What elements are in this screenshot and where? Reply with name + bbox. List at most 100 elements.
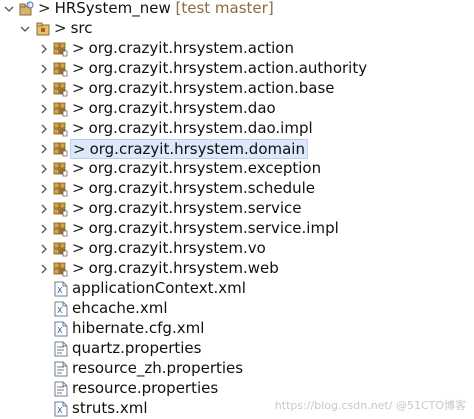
chevron-right-icon[interactable] xyxy=(38,159,50,179)
file-name: resource_zh.properties xyxy=(72,359,244,377)
file-label: quartz.properties xyxy=(70,339,203,357)
package-row[interactable]: > org.crazyit.hrsystem.action.authority xyxy=(0,59,474,79)
package-row[interactable]: > org.crazyit.hrsystem.action xyxy=(0,39,474,59)
package-row[interactable]: > org.crazyit.hrsystem.web xyxy=(0,259,474,279)
file-name: resource.properties xyxy=(72,379,219,397)
package-name: org.crazyit.hrsystem.dao xyxy=(88,99,276,117)
package-row[interactable]: > org.crazyit.hrsystem.action.base xyxy=(0,79,474,99)
package-row[interactable]: > org.crazyit.hrsystem.service xyxy=(0,199,474,219)
svg-text:X: X xyxy=(57,326,63,335)
package-label: > org.crazyit.hrsystem.service.impl xyxy=(70,219,341,237)
package-name: org.crazyit.hrsystem.web xyxy=(88,259,279,277)
package-name: org.crazyit.hrsystem.exception xyxy=(88,159,322,177)
svg-text:X: X xyxy=(57,406,63,415)
file-row[interactable]: Xhibernate.cfg.xml xyxy=(0,319,474,339)
chevron-right-icon[interactable] xyxy=(38,179,50,199)
package-row[interactable]: > org.crazyit.hrsystem.dao xyxy=(0,99,474,119)
file-label: hibernate.cfg.xml xyxy=(70,319,206,337)
package-row[interactable]: > org.crazyit.hrsystem.schedule xyxy=(0,179,474,199)
package-name: org.crazyit.hrsystem.schedule xyxy=(88,179,316,197)
git-decorator: > xyxy=(72,199,85,217)
chevron-right-icon[interactable] xyxy=(38,219,50,239)
chevron-right-icon[interactable] xyxy=(38,139,50,159)
file-name: hibernate.cfg.xml xyxy=(72,319,205,337)
git-decorator: > xyxy=(72,219,85,237)
watermark-text: https://blog.csdn.net/ @51CTO博客 xyxy=(274,399,466,412)
file-row[interactable]: quartz.properties xyxy=(0,339,474,359)
properties-file-icon xyxy=(53,341,69,357)
file-row[interactable]: XapplicationContext.xml xyxy=(0,279,474,299)
xml-file-icon: X xyxy=(53,281,69,297)
chevron-right-icon[interactable] xyxy=(38,199,50,219)
file-name: ehcache.xml xyxy=(72,299,168,317)
package-icon xyxy=(52,181,68,197)
project-row[interactable]: J > HRSystem_new [test master] xyxy=(0,0,474,19)
package-icon xyxy=(52,81,68,97)
package-label: > org.crazyit.hrsystem.exception xyxy=(70,159,323,177)
svg-text:X: X xyxy=(57,306,63,315)
git-decorator: > xyxy=(72,119,85,137)
package-icon xyxy=(52,241,68,257)
package-name: org.crazyit.hrsystem.dao.impl xyxy=(88,119,313,137)
source-folder-icon xyxy=(35,21,51,37)
package-icon xyxy=(52,41,68,57)
chevron-right-icon[interactable] xyxy=(38,239,50,259)
file-label: applicationContext.xml xyxy=(70,279,248,297)
chevron-right-icon[interactable] xyxy=(38,259,50,279)
package-label: > org.crazyit.hrsystem.action.authority xyxy=(70,59,369,77)
chevron-right-icon[interactable] xyxy=(38,59,50,79)
package-icon xyxy=(52,141,68,157)
svg-text:X: X xyxy=(57,286,63,295)
package-label: > org.crazyit.hrsystem.action.base xyxy=(70,79,337,97)
package-icon xyxy=(52,161,68,177)
file-row[interactable]: resource_zh.properties xyxy=(0,359,474,379)
package-icon xyxy=(52,121,68,137)
git-decorator: > xyxy=(72,179,85,197)
package-label: > org.crazyit.hrsystem.dao.impl xyxy=(70,119,315,137)
git-decorator: > xyxy=(72,259,85,277)
package-name: org.crazyit.hrsystem.service xyxy=(88,199,302,217)
file-name: quartz.properties xyxy=(72,339,202,357)
chevron-right-icon[interactable] xyxy=(38,79,50,99)
package-row[interactable]: > org.crazyit.hrsystem.domain xyxy=(0,139,474,159)
chevron-down-icon[interactable] xyxy=(3,0,15,19)
package-label: > org.crazyit.hrsystem.domain xyxy=(70,139,308,159)
xml-file-icon: X xyxy=(53,401,69,417)
package-label: > org.crazyit.hrsystem.action xyxy=(70,39,296,57)
file-row[interactable]: resource.properties xyxy=(0,379,474,399)
package-row[interactable]: > org.crazyit.hrsystem.service.impl xyxy=(0,219,474,239)
properties-file-icon xyxy=(53,361,69,377)
src-folder-row[interactable]: > src xyxy=(0,19,474,39)
package-icon xyxy=(52,201,68,217)
package-label: > org.crazyit.hrsystem.service xyxy=(70,199,304,217)
package-icon xyxy=(52,61,68,77)
package-label: > org.crazyit.hrsystem.vo xyxy=(70,239,268,257)
file-label: ehcache.xml xyxy=(70,299,170,317)
package-row[interactable]: > org.crazyit.hrsystem.dao.impl xyxy=(0,119,474,139)
package-name: org.crazyit.hrsystem.vo xyxy=(88,239,266,257)
package-explorer-tree: J > HRSystem_new [test master] > src > org.… xyxy=(0,0,474,419)
package-icon xyxy=(52,101,68,117)
package-row[interactable]: > org.crazyit.hrsystem.exception xyxy=(0,159,474,179)
package-label: > org.crazyit.hrsystem.schedule xyxy=(70,179,317,197)
git-decorator: > xyxy=(73,140,86,158)
git-decorator: > xyxy=(72,79,85,97)
package-name: org.crazyit.hrsystem.domain xyxy=(89,140,305,158)
git-decorator: > xyxy=(54,19,67,37)
src-folder-label: > src xyxy=(52,19,94,37)
package-label: > org.crazyit.hrsystem.dao xyxy=(70,99,278,117)
chevron-right-icon[interactable] xyxy=(38,39,50,59)
package-name: org.crazyit.hrsystem.action.base xyxy=(88,79,335,97)
project-name: HRSystem_new xyxy=(54,0,171,17)
chevron-right-icon[interactable] xyxy=(38,119,50,139)
chevron-down-icon[interactable] xyxy=(19,19,31,39)
git-decorator: > xyxy=(72,99,85,117)
xml-file-icon: X xyxy=(53,301,69,317)
package-name: org.crazyit.hrsystem.action.authority xyxy=(88,59,368,77)
xml-file-icon: X xyxy=(53,321,69,337)
project-icon: J xyxy=(18,1,34,17)
chevron-right-icon[interactable] xyxy=(38,99,50,119)
package-row[interactable]: > org.crazyit.hrsystem.vo xyxy=(0,239,474,259)
file-name: struts.xml xyxy=(72,399,148,417)
file-row[interactable]: Xehcache.xml xyxy=(0,299,474,319)
